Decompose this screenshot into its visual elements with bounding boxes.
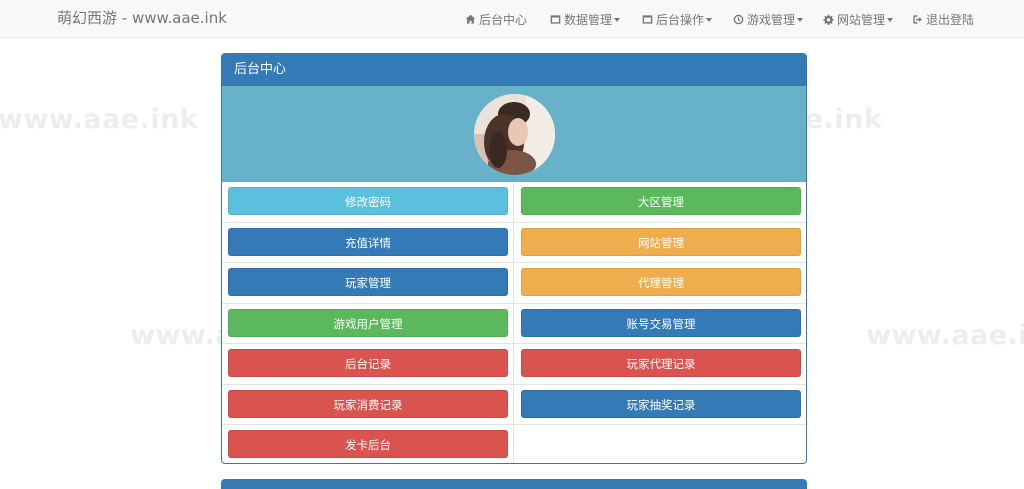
menu-cell: 玩家消费记录 — [222, 384, 514, 425]
top-navbar: 萌幻西游 - www.aae.ink 后台中心 数据管理 后台操作 游戏管理 网… — [0, 0, 1024, 38]
menu-cell: 大区管理 — [514, 182, 806, 223]
menu-button[interactable]: 玩家代理记录 — [521, 349, 801, 377]
avatar — [474, 94, 555, 175]
nav-home[interactable]: 后台中心 — [465, 0, 527, 38]
nav-site-management[interactable]: 网站管理 — [823, 0, 894, 38]
profile-banner — [222, 86, 806, 182]
empty-cell — [514, 425, 806, 463]
menu-button[interactable]: 充值详情 — [228, 227, 508, 256]
panel-title: 后台中心 — [222, 54, 806, 86]
home-icon — [465, 14, 476, 24]
menu-button[interactable]: 玩家管理 — [228, 268, 508, 296]
menu-cell: 代理管理 — [514, 263, 806, 304]
nav-game-management[interactable]: 游戏管理 — [733, 0, 804, 38]
nav-data-management-label: 数据管理 — [564, 12, 613, 27]
gear-icon — [823, 14, 834, 25]
menu-button[interactable]: 账号交易管理 — [521, 308, 801, 337]
brand-link[interactable]: 萌幻西游 - www.aae.ink — [57, 8, 227, 28]
menu-cell: 充值详情 — [222, 222, 514, 263]
nav-site-management-label: 网站管理 — [837, 12, 886, 27]
nav-home-label: 后台中心 — [479, 12, 528, 27]
menu-cell: 玩家管理 — [222, 263, 514, 304]
nav-backend-operations[interactable]: 后台操作 — [642, 0, 713, 38]
menu-cell: 网站管理 — [514, 223, 806, 263]
nav-logout-label: 退出登陆 — [926, 12, 975, 27]
menu-button[interactable]: 后台记录 — [228, 349, 508, 377]
menu-button[interactable]: 大区管理 — [521, 187, 801, 215]
menu-button[interactable]: 网站管理 — [521, 227, 801, 256]
menu-button[interactable]: 玩家消费记录 — [228, 389, 508, 418]
caret-down-icon — [706, 17, 713, 22]
window-icon — [550, 14, 561, 24]
menu-cell: 发卡后台 — [222, 425, 514, 463]
nav-game-management-label: 游戏管理 — [747, 12, 796, 27]
menu-button[interactable]: 代理管理 — [521, 268, 801, 296]
menu-cell: 修改密码 — [222, 182, 514, 223]
admin-center-panel: 后台中心 修改密码 大区管理 充值详情 网站管理 玩家管理 代理管理 游戏用户管理 账号交易管… — [221, 53, 807, 464]
nav-logout[interactable]: 退出登陆 — [912, 0, 974, 38]
menu-cell: 游戏用户管理 — [222, 303, 514, 344]
menu-button[interactable]: 修改密码 — [228, 187, 508, 215]
avatar-image — [474, 94, 555, 175]
menu-button[interactable]: 发卡后台 — [228, 430, 508, 458]
logout-icon — [913, 14, 922, 24]
menu-cell: 玩家代理记录 — [514, 344, 806, 385]
nav-data-management[interactable]: 数据管理 — [550, 0, 621, 38]
watermark-text: www.aae.ink — [866, 320, 1024, 351]
menu-button[interactable]: 游戏用户管理 — [228, 308, 508, 337]
menu-cell: 账号交易管理 — [514, 304, 806, 344]
caret-down-icon — [797, 17, 804, 22]
caret-down-icon — [887, 17, 894, 22]
nav-backend-operations-label: 后台操作 — [656, 12, 705, 27]
menu-cell: 后台记录 — [222, 344, 514, 385]
caret-down-icon — [614, 17, 621, 22]
menu-cell: 玩家抽奖记录 — [514, 385, 806, 425]
window-icon — [642, 14, 653, 24]
clock-icon — [733, 14, 744, 24]
menu-button[interactable]: 玩家抽奖记录 — [521, 389, 801, 418]
secondary-panel-header — [221, 479, 807, 489]
watermark-text: www.aae.ink — [0, 104, 199, 135]
